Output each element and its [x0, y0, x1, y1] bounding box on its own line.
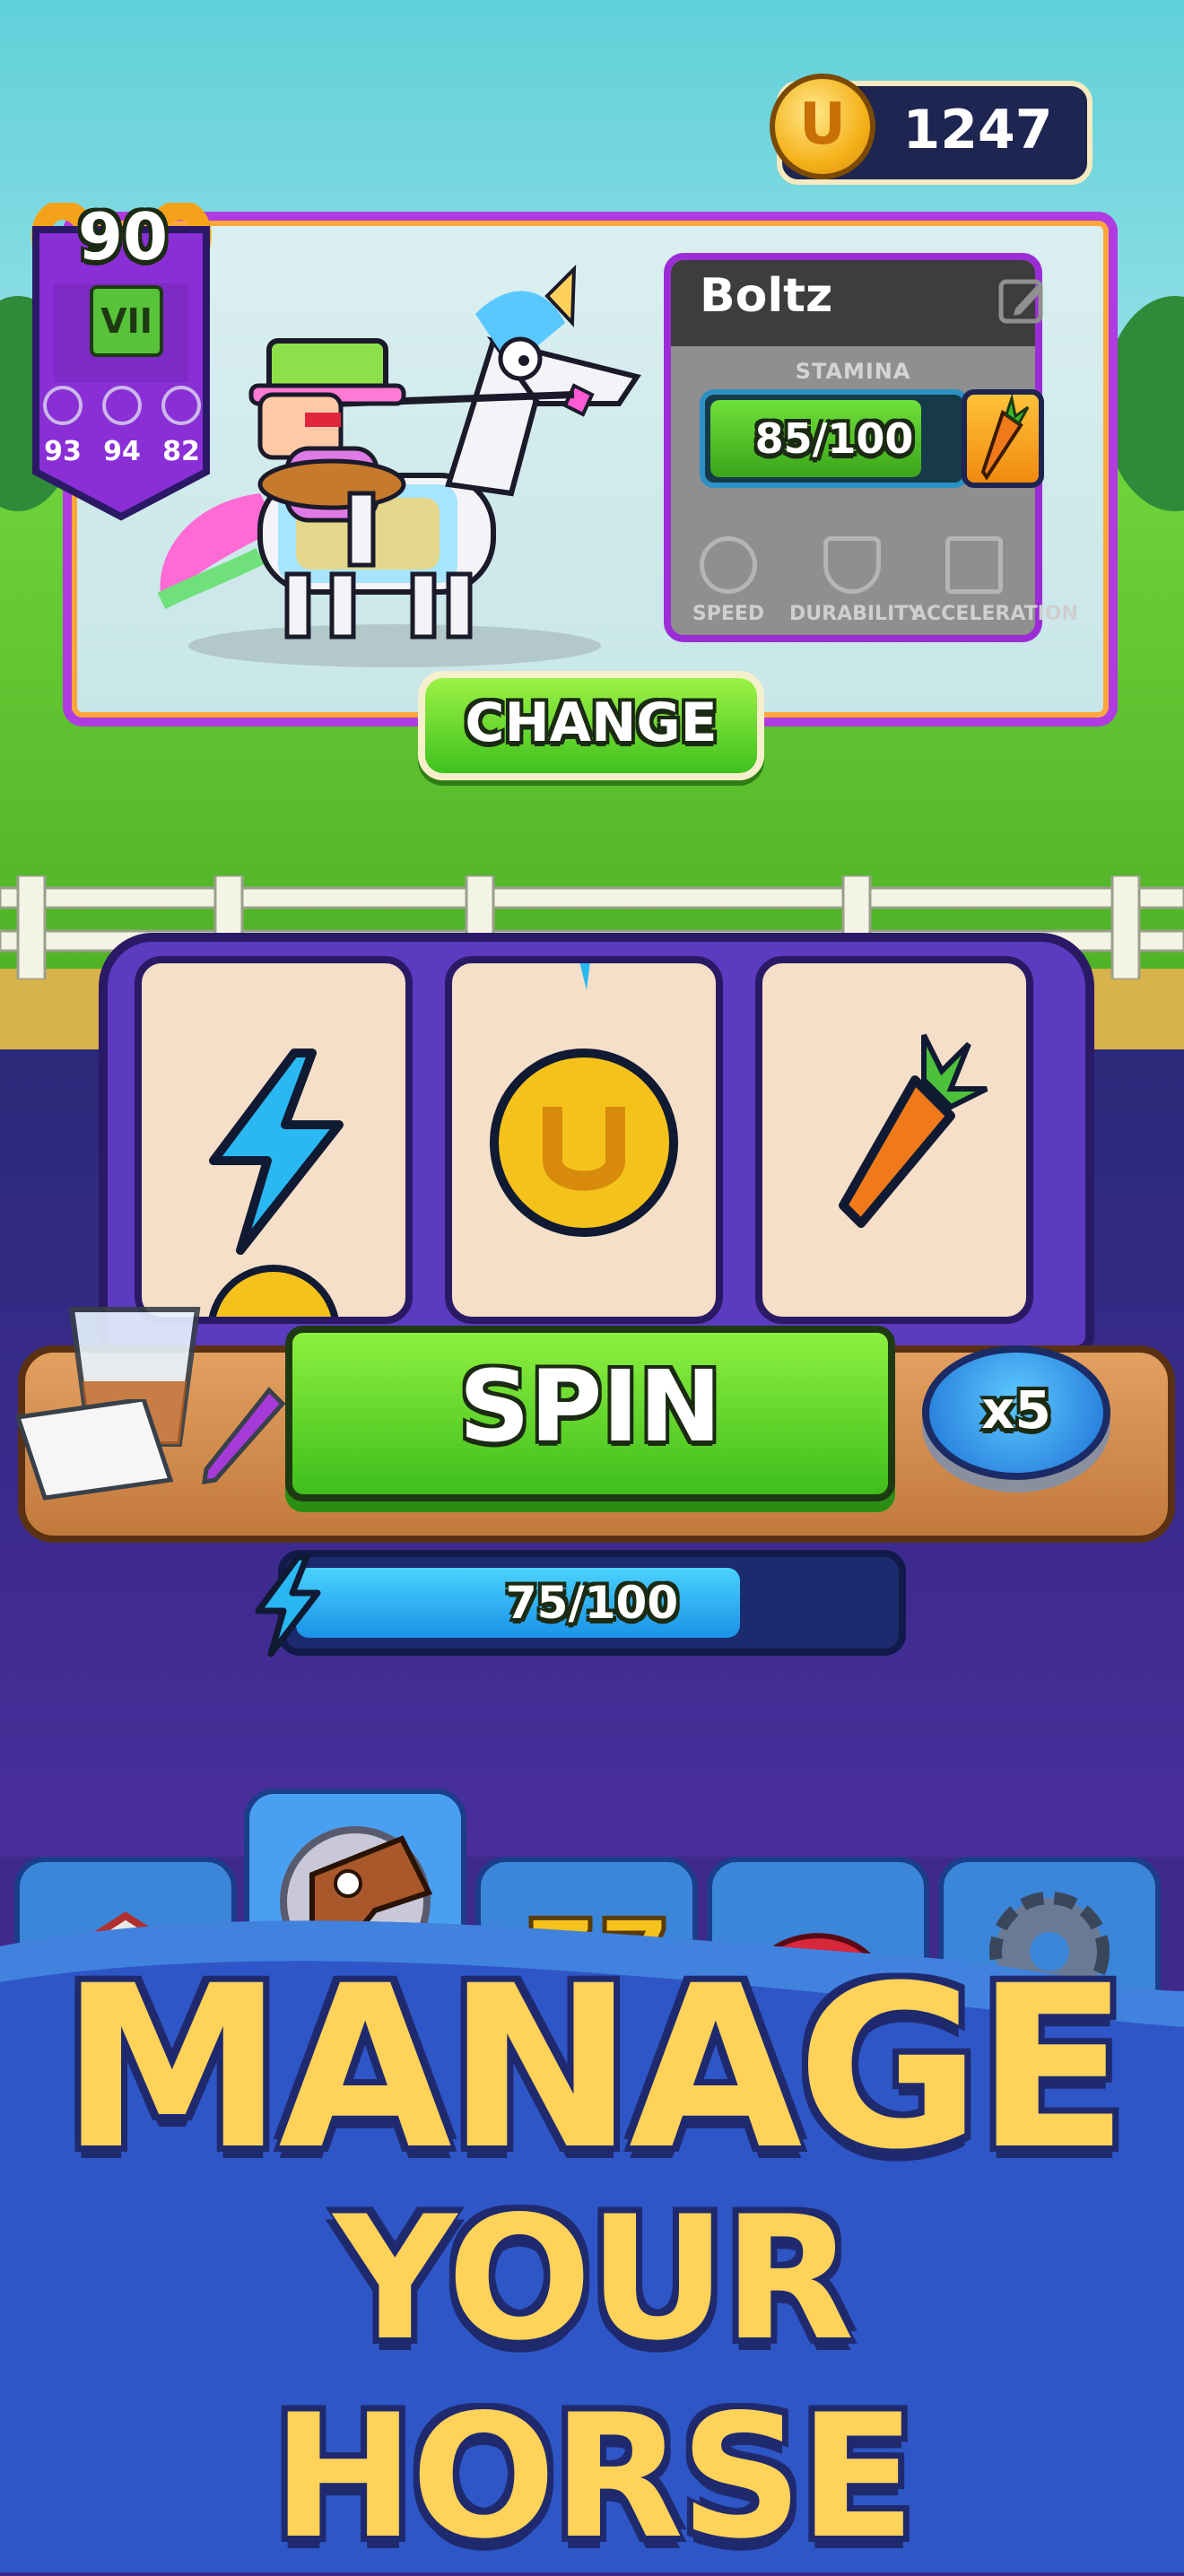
acceleration-chart-icon [945, 536, 1003, 594]
carrot-icon [980, 393, 1030, 481]
stamina-label: STAMINA [795, 359, 911, 384]
stat-speed: SPEED [666, 536, 791, 625]
spin-button-label: SPIN [458, 1349, 722, 1464]
reel-2 [445, 956, 723, 1324]
carrot-icon [839, 1033, 988, 1228]
energy-value: 75/100 [505, 1577, 679, 1629]
durability-label: DURABILITY [789, 603, 923, 625]
horse-name: Boltz [700, 269, 833, 323]
reel-3 [755, 956, 1033, 1324]
stat-durability: DURABILITY [789, 536, 923, 625]
edit-name-icon[interactable] [997, 274, 1048, 325]
jockey-unicorn-illustration [157, 265, 641, 667]
multiplier-label: x5 [981, 1379, 1051, 1440]
rank-emblem: VII [90, 285, 163, 357]
acceleration-label: ACCELERATION [911, 603, 1078, 625]
shield-fist-icon [823, 536, 881, 594]
horseshoe-coin-icon: U [770, 74, 875, 179]
horseshoe-coin-icon [490, 963, 678, 1237]
speed-icon [43, 386, 83, 425]
badge-acceleration-value: 82 [162, 436, 200, 467]
acceleration-icon [161, 386, 201, 425]
coin-balance: 1247 [902, 99, 1053, 161]
reel-1 [135, 956, 413, 1324]
headline-line-2: YOUR HORSE [272, 2180, 915, 2576]
change-button-label: CHANGE [465, 692, 718, 754]
badge-durability-value: 94 [103, 436, 141, 467]
level-number: 90 [77, 199, 169, 274]
stamina-value: 85/100 [754, 414, 914, 463]
feed-carrot-button[interactable] [962, 389, 1044, 488]
lightning-bolt-icon [208, 1049, 344, 1317]
badge-speed-value: 93 [44, 436, 82, 467]
energy-bolt-icon [255, 1553, 321, 1658]
durability-icon [102, 386, 142, 425]
stat-acceleration: ACCELERATION [911, 536, 1078, 625]
pen-icon [202, 1387, 286, 1485]
headline-line-1: MANAGE [60, 1937, 1129, 2198]
speed-gauge-icon [700, 536, 757, 594]
speed-label: SPEED [692, 603, 765, 625]
betting-slip-icon [14, 1399, 174, 1501]
